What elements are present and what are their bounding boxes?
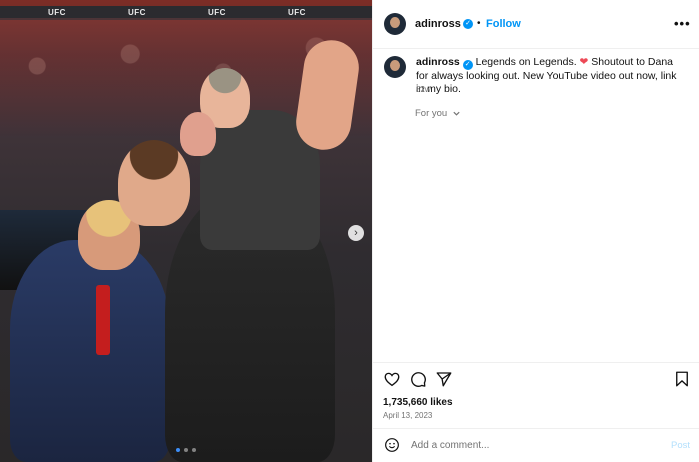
chevron-right-icon[interactable]: › bbox=[348, 225, 364, 241]
emoji-icon[interactable] bbox=[384, 437, 400, 453]
carousel-dot[interactable] bbox=[192, 448, 196, 452]
verified-badge-icon: ✓ bbox=[463, 19, 473, 29]
person-left-tie bbox=[96, 285, 110, 355]
carousel-dot[interactable] bbox=[184, 448, 188, 452]
post-details-panel: adinross ✓ • Follow ••• adinross ✓ Legen… bbox=[372, 0, 699, 462]
person-center-head bbox=[118, 140, 190, 226]
more-horizontal-icon[interactable]: ••• bbox=[674, 16, 691, 31]
ufc-logo: UFC bbox=[48, 8, 66, 17]
comment-icon[interactable] bbox=[409, 370, 427, 388]
heart-icon[interactable] bbox=[383, 370, 401, 388]
person-left-suit bbox=[10, 240, 170, 462]
comment-input[interactable] bbox=[409, 439, 663, 452]
avatar[interactable] bbox=[384, 13, 406, 35]
send-icon[interactable] bbox=[435, 370, 453, 388]
carousel-dot[interactable] bbox=[176, 448, 180, 452]
post-header: adinross ✓ • Follow ••• bbox=[373, 0, 699, 49]
for-you-toggle[interactable]: For you bbox=[415, 108, 461, 119]
follow-button[interactable]: Follow bbox=[486, 18, 521, 30]
verified-badge-icon: ✓ bbox=[462, 60, 473, 70]
comment-bar: Post bbox=[373, 428, 699, 462]
carousel-dots bbox=[176, 448, 196, 452]
chevron-down-icon bbox=[453, 111, 460, 116]
post-modal: UFC UFC UFC UFC › adinross ✓ • Follow ••… bbox=[0, 0, 699, 462]
likes-count[interactable]: 1,735,660 likes bbox=[383, 397, 453, 408]
caption-avatar[interactable] bbox=[384, 56, 406, 78]
action-bar bbox=[373, 362, 699, 391]
header-username[interactable]: adinross bbox=[415, 18, 461, 30]
caption-username[interactable]: adinross bbox=[416, 56, 460, 68]
for-you-label: For you bbox=[415, 108, 448, 119]
post-comment-button[interactable]: Post bbox=[671, 440, 690, 451]
post-date: April 13, 2023 bbox=[383, 411, 433, 420]
post-age: 82w bbox=[416, 85, 431, 94]
red-heart-emoji: ❤ bbox=[579, 56, 589, 68]
bald-man-head bbox=[180, 112, 216, 156]
ufc-logo: UFC bbox=[128, 8, 146, 17]
bookmark-icon[interactable] bbox=[673, 370, 691, 388]
post-caption: adinross ✓ Legends on Legends. ❤ Shoutou… bbox=[416, 56, 686, 97]
ufc-logo: UFC bbox=[288, 8, 306, 17]
separator-dot: • bbox=[477, 18, 481, 29]
caption-text-start: Legends on Legends. bbox=[475, 56, 577, 68]
post-photo[interactable]: UFC UFC UFC UFC › bbox=[0, 0, 372, 462]
ufc-logo: UFC bbox=[208, 8, 226, 17]
